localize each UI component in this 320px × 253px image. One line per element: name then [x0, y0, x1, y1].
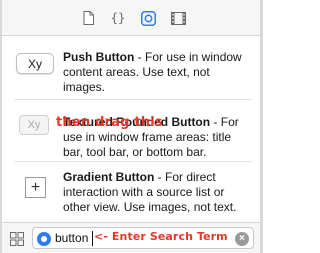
media-library-tab[interactable]	[170, 10, 186, 26]
text-caret	[92, 231, 93, 246]
code-snippet-tab[interactable]: {}	[110, 10, 126, 26]
push-button-description: Push Button - For use in window content …	[63, 50, 253, 95]
gradient-button-thumbnail[interactable]: +	[25, 177, 46, 198]
braces-icon: {}	[110, 11, 126, 25]
right-border	[260, 0, 263, 253]
gradient-button-description: Gradient Button - For direct interaction…	[63, 170, 253, 215]
item-title: Push Button	[63, 50, 135, 64]
object-library-icon	[140, 10, 156, 26]
item-title: Gradient Button	[63, 170, 155, 184]
file-template-tab[interactable]	[80, 10, 96, 26]
drag-annotation: then drag this	[56, 115, 163, 130]
media-library-icon	[170, 11, 186, 25]
push-button-thumbnail[interactable]: Xy	[16, 53, 54, 74]
library-item-push-button[interactable]: Xy Push Button - For use in window conte…	[2, 37, 260, 99]
library-tab-bar: {}	[2, 0, 260, 36]
object-library-panel: {} Xy Push Button - For use in window co…	[0, 0, 263, 253]
grid-view-icon[interactable]	[10, 232, 24, 246]
file-icon	[83, 11, 94, 25]
search-scope-icon[interactable]	[37, 232, 51, 246]
object-library-list: Xy Push Button - For use in window conte…	[2, 37, 260, 222]
clear-search-icon[interactable]: ×	[235, 232, 249, 246]
object-library-tab[interactable]	[140, 10, 156, 26]
textured-button-thumbnail[interactable]: Xy	[19, 115, 49, 135]
search-annotation: <- Enter Search Term	[94, 230, 228, 243]
search-text[interactable]: button	[55, 231, 88, 246]
